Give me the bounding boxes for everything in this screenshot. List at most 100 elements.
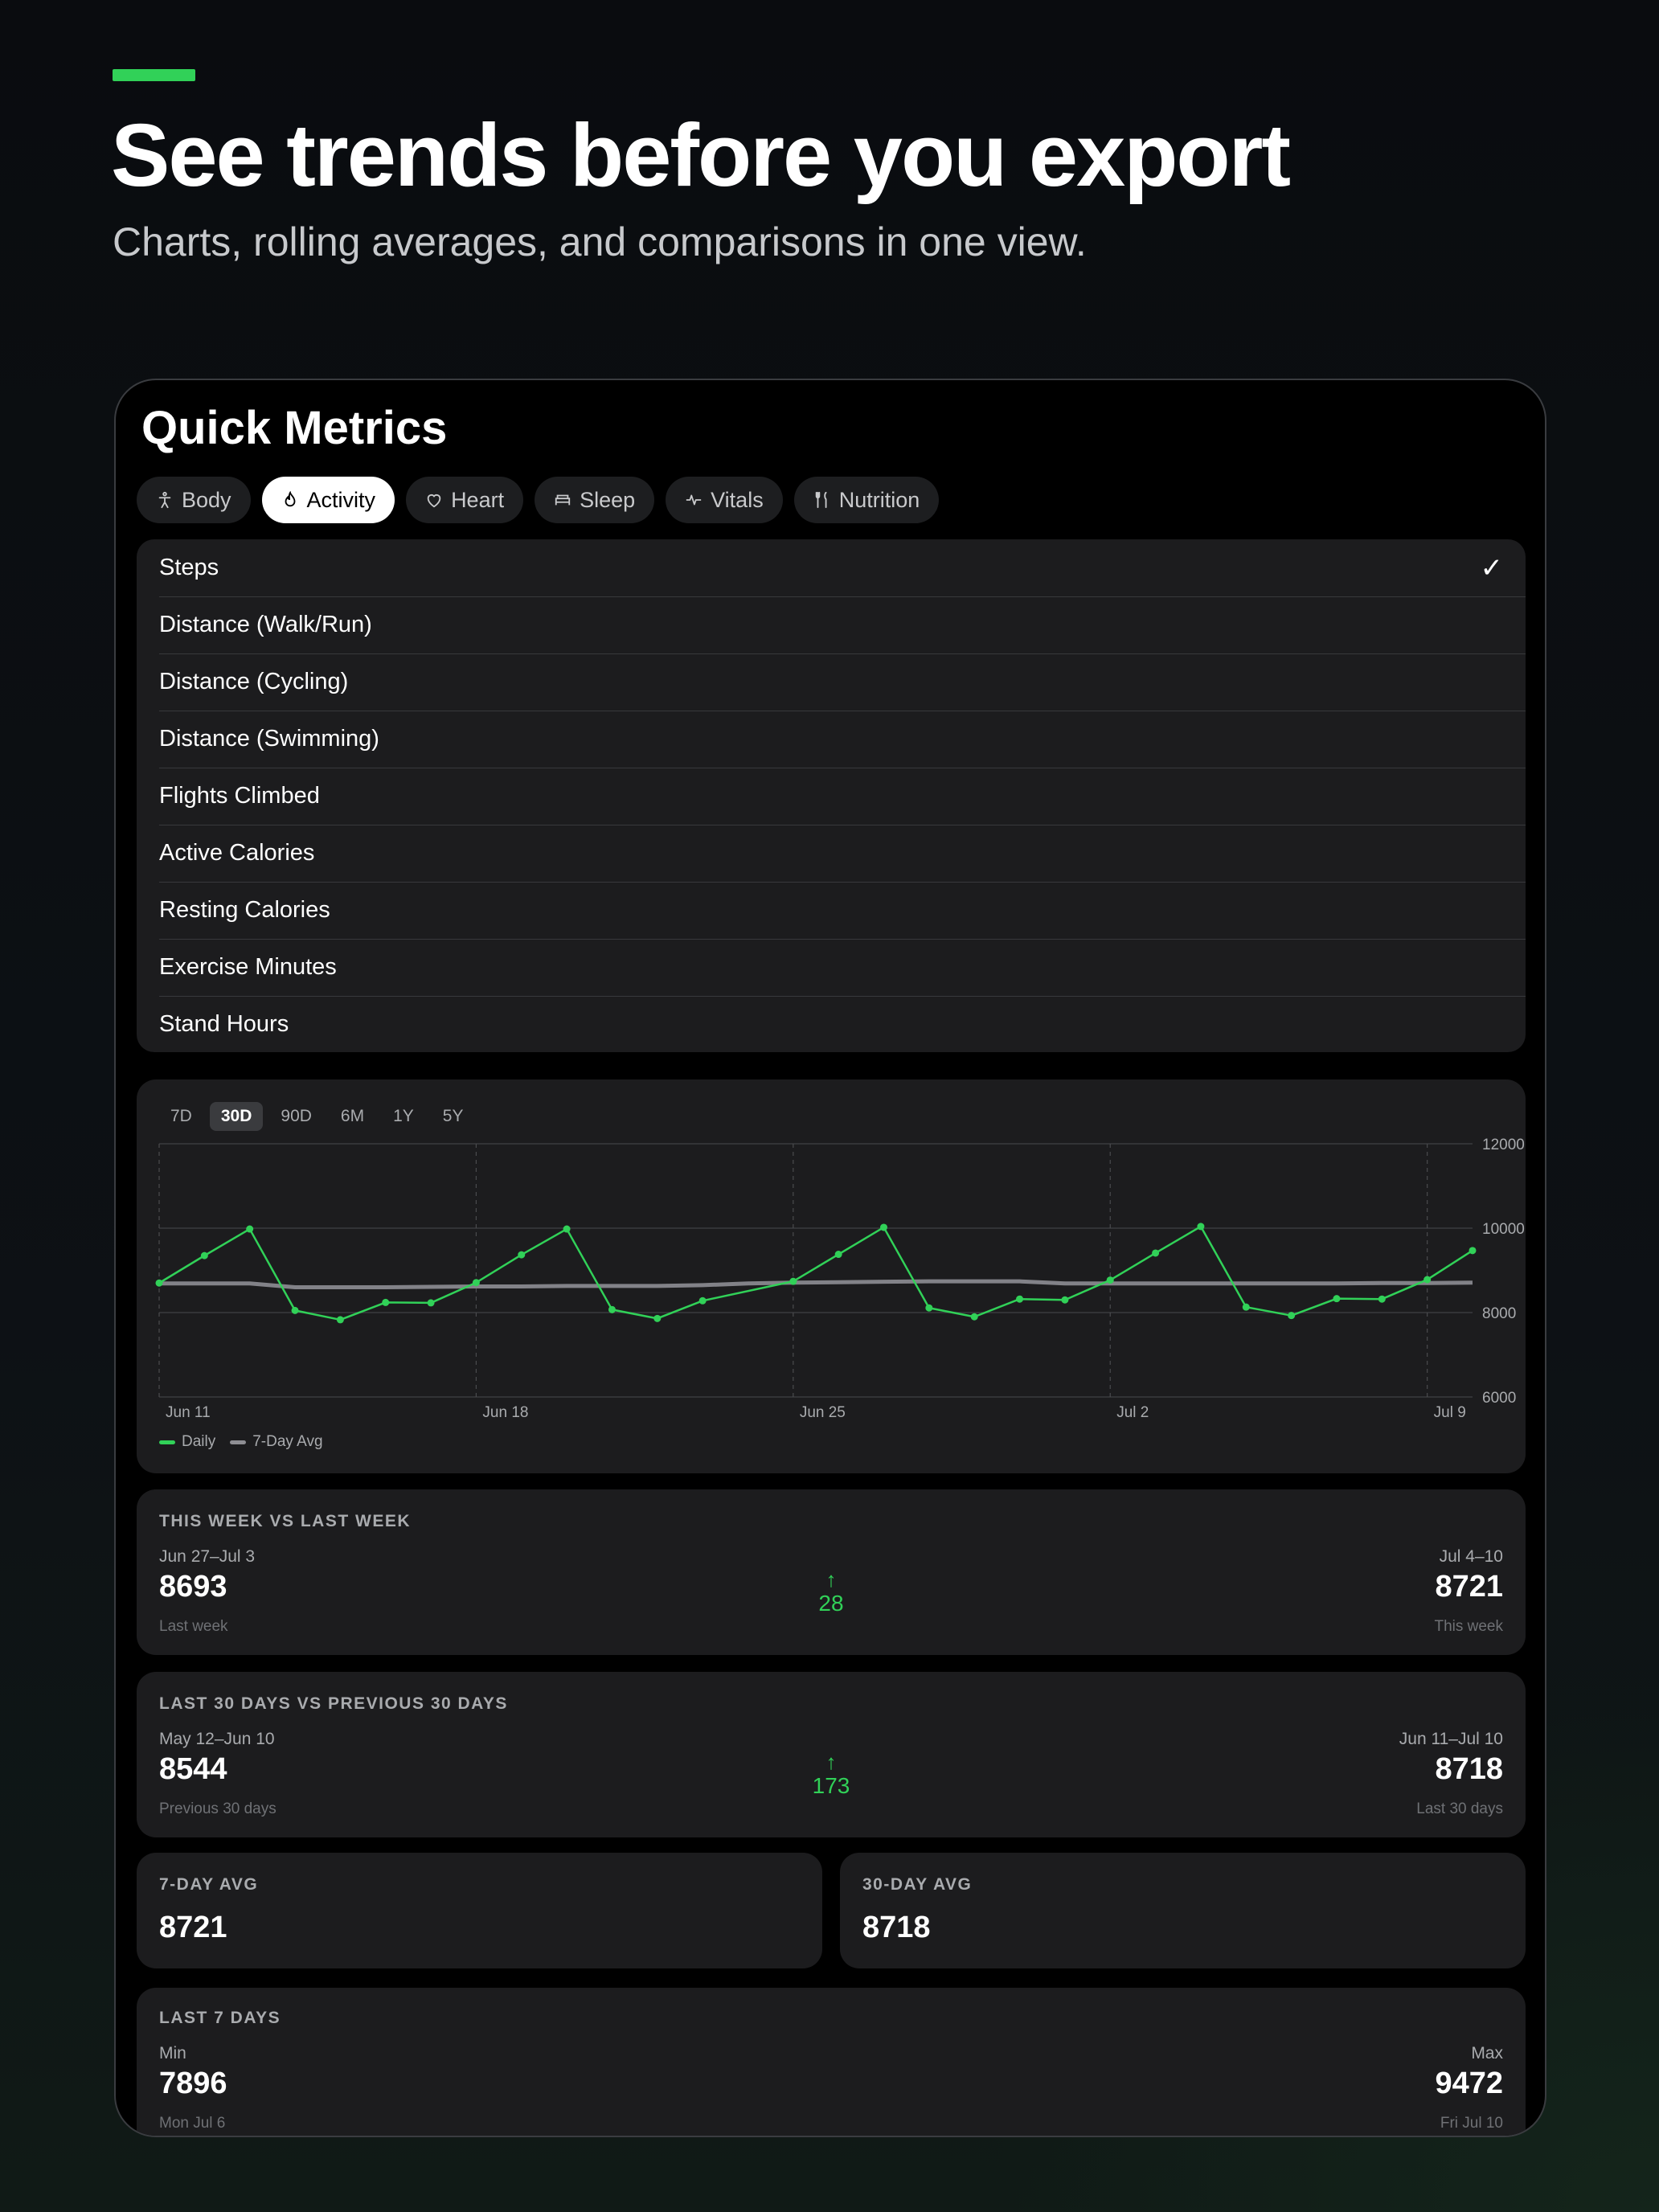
data-point-daily (336, 1316, 344, 1324)
data-point-daily (925, 1304, 933, 1312)
delta-value: 28 (818, 1590, 844, 1616)
tab-label: Nutrition (838, 487, 920, 512)
heart-icon (427, 494, 441, 508)
card-title: THIS WEEK VS LAST WEEK (159, 1512, 412, 1530)
data-point-daily (518, 1251, 526, 1259)
month-comparison-card: LAST 30 DAYS VS PREVIOUS 30 DAYS May 12–… (137, 1672, 1526, 1837)
delta: ↑ 28 (137, 1568, 1526, 1616)
right-range: Jun 11–Jul 10 (1399, 1730, 1503, 1748)
tab-activity[interactable]: Activity (261, 477, 395, 523)
metric-item-distance-swimming[interactable]: Distance (Swimming) (137, 711, 1526, 768)
delta-value: 173 (812, 1772, 850, 1798)
tab-nutrition[interactable]: Nutrition (793, 477, 940, 523)
max-date: Fri Jul 10 (1440, 2115, 1503, 2132)
left-caption: Last week (159, 1618, 228, 1635)
x-tick-label: Jul 2 (1116, 1404, 1149, 1421)
legend-7day-avg: 7-Day Avg (230, 1433, 323, 1451)
data-point-daily (1423, 1276, 1432, 1284)
right-caption: Last 30 days (1416, 1800, 1503, 1817)
right-caption: This week (1434, 1618, 1503, 1635)
metric-item-active-calories[interactable]: Active Calories (137, 825, 1526, 882)
y-tick-label: 12000 (1482, 1137, 1525, 1153)
data-point-daily (1288, 1312, 1296, 1320)
min-value: 7896 (159, 2067, 227, 2100)
bed-icon (555, 494, 571, 506)
x-tick-label: Jul 9 (1434, 1404, 1466, 1421)
tab-label: Heart (451, 487, 505, 512)
card-title: LAST 30 DAYS VS PREVIOUS 30 DAYS (159, 1694, 508, 1713)
week-comparison-card: THIS WEEK VS LAST WEEK Jun 27–Jul 3 8693… (137, 1489, 1526, 1655)
data-point-daily (1378, 1295, 1386, 1303)
data-point-daily (1106, 1276, 1114, 1284)
x-tick-label: Jun 18 (482, 1404, 528, 1421)
tab-label: Sleep (580, 487, 636, 512)
series-line-7day-avg (159, 1279, 1473, 1289)
avg-value: 8718 (862, 1911, 931, 1944)
screen-title: Quick Metrics (141, 402, 448, 454)
right-value: 8721 (1435, 1570, 1503, 1604)
data-point-daily (789, 1277, 797, 1285)
arrow-up-icon: ↑ (825, 1567, 837, 1591)
accent-bar (113, 69, 195, 81)
data-point-daily (291, 1306, 299, 1314)
flame-icon (285, 491, 295, 507)
data-point-daily (155, 1279, 163, 1287)
left-caption: Previous 30 days (159, 1800, 276, 1817)
data-point-daily (880, 1223, 888, 1231)
data-point-daily (246, 1225, 254, 1233)
left-range: Jun 27–Jul 3 (159, 1547, 256, 1566)
data-point-daily (698, 1296, 707, 1305)
tab-heart[interactable]: Heart (406, 477, 524, 523)
min-label: Min (159, 2044, 186, 2062)
metric-label: Steps (159, 555, 219, 580)
data-point-daily (427, 1299, 435, 1307)
arrow-up-icon: ↑ (825, 1750, 837, 1774)
legend-label: 7-Day Avg (252, 1433, 323, 1450)
tab-vitals[interactable]: Vitals (666, 477, 783, 523)
left-range: May 12–Jun 10 (159, 1730, 275, 1748)
metric-item-flights-climbed[interactable]: Flights Climbed (137, 768, 1526, 825)
data-point-daily (1242, 1303, 1250, 1311)
right-value: 8718 (1435, 1752, 1503, 1786)
x-tick-label: Jun 11 (166, 1404, 211, 1421)
card-title: 30-DAY AVG (862, 1875, 973, 1894)
legend-label: Daily (182, 1433, 216, 1450)
data-point-daily (1333, 1295, 1341, 1303)
metric-item-distance-walk-run[interactable]: Distance (Walk/Run) (137, 596, 1526, 653)
max-label: Max (1471, 2044, 1503, 2062)
metric-item-distance-cycling[interactable]: Distance (Cycling) (137, 653, 1526, 711)
waveform-icon (686, 494, 702, 506)
series-line-daily (158, 1225, 1473, 1321)
page-headline: See trends before you export (111, 106, 1291, 205)
metric-item-exercise-minutes[interactable]: Exercise Minutes (137, 939, 1526, 996)
card-title: 7-DAY AVG (159, 1875, 259, 1894)
chart-card: 7D 30D 90D 6M 1Y 5Y 12000 10000 8000 6000 Ju… (137, 1079, 1526, 1473)
fork-knife-icon (815, 491, 827, 509)
metric-item-resting-calories[interactable]: Resting Calories (137, 882, 1526, 939)
data-point-daily (1469, 1247, 1477, 1255)
device-frame: Quick Metrics Body Activity Heart Sleep … (114, 379, 1546, 2137)
metric-label: Resting Calories (159, 897, 330, 923)
data-point-daily (653, 1314, 662, 1322)
legend-daily: Daily (159, 1433, 215, 1451)
figure-icon (158, 491, 171, 509)
data-point-daily (382, 1298, 390, 1306)
data-point-daily (834, 1251, 842, 1259)
data-point-daily (472, 1279, 480, 1287)
category-tabs: Body Activity Heart Sleep Vitals Nutriti… (137, 477, 940, 523)
metric-item-steps[interactable]: Steps ✓ (137, 539, 1526, 596)
metric-item-stand-hours[interactable]: Stand Hours (137, 996, 1526, 1052)
right-range: Jul 4–10 (1439, 1547, 1503, 1566)
data-point-daily (563, 1225, 571, 1233)
tab-sleep[interactable]: Sleep (535, 477, 655, 523)
card-title: LAST 7 DAYS (159, 2009, 281, 2027)
data-point-daily (1061, 1296, 1069, 1304)
avg-value: 8721 (159, 1911, 227, 1944)
tab-label: Vitals (711, 487, 764, 512)
tab-body[interactable]: Body (137, 477, 251, 523)
data-point-daily (970, 1313, 978, 1321)
steps-line-chart[interactable]: 12000 10000 8000 6000 Jun 11 Jun 18 Jun 25 Jul … (137, 1079, 1526, 1473)
seven-day-avg-card: 7-DAY AVG 8721 (137, 1853, 822, 1968)
min-date: Mon Jul 6 (159, 2115, 226, 2132)
metric-list: Steps ✓ Distance (Walk/Run) Distance (Cy… (137, 539, 1526, 1052)
